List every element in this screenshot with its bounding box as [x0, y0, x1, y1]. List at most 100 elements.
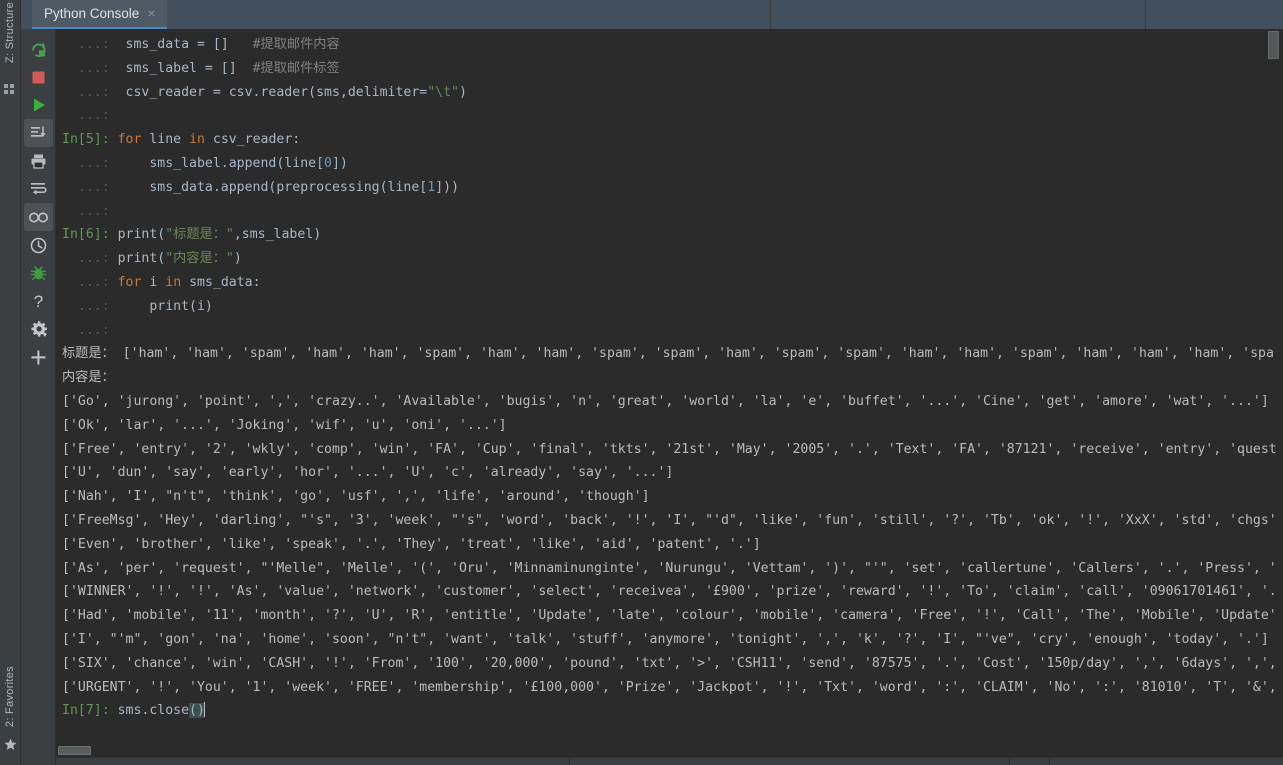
console-text: ['U', 'dun', 'say', 'early', 'hor', '...…: [62, 465, 674, 481]
console-text: ['Ok', 'lar', '...', 'Joking', 'wif', 'u…: [62, 417, 507, 433]
ide-window: Z: Structure 2: Favorites Python Console…: [0, 0, 1283, 765]
help-icon[interactable]: ?: [21, 287, 56, 315]
tab-python-console-label: Python Console: [44, 6, 140, 21]
console-text: print(: [109, 227, 166, 243]
console-line: ['I', "'m", 'gon', 'na', 'home', 'soon',…: [56, 628, 1283, 652]
console-line: ['Go', 'jurong', 'point', ',', 'crazy..'…: [56, 390, 1283, 414]
console-text: ): [459, 84, 467, 100]
console-text: "\t": [427, 84, 459, 100]
console-text: #提取邮件内容: [236, 37, 340, 52]
console-line: ['FreeMsg', 'Hey', 'darling', "'s", '3',…: [56, 509, 1283, 533]
console-line: ['U', 'dun', 'say', 'early', 'hor', '...…: [56, 461, 1283, 485]
rerun-icon[interactable]: [21, 35, 56, 63]
console-text: ])): [435, 179, 460, 195]
console-text: ['Nah', 'I', "n't", 'think', 'go', 'usf'…: [62, 489, 650, 505]
console-line: 内容是：: [56, 366, 1283, 390]
console-text: ['Had', 'mobile', '11', 'month', '?', 'U…: [62, 608, 1277, 624]
console-continuation-prompt: ...:: [62, 322, 110, 338]
console-toolbar: ?: [21, 29, 56, 765]
bottom-divider-3: [1049, 758, 1050, 765]
tab-bar: Python Console ×: [21, 0, 1283, 29]
console-prompt: In[6]:: [62, 227, 110, 243]
python-console[interactable]: ...: sms_data = [] #提取邮件内容 ...: sms_labe…: [56, 29, 1283, 765]
console-text: ['URGENT', '!', 'You', '1', 'week', 'FRE…: [62, 679, 1277, 695]
console-text: csv_reader = csv.reader(sms,delimiter=: [109, 84, 428, 100]
vertical-scrollbar-thumb[interactable]: [1268, 31, 1279, 59]
execute-icon[interactable]: [21, 91, 56, 119]
console-line: ['Had', 'mobile', '11', 'month', '?', 'U…: [56, 604, 1283, 628]
console-bottom-bar: [56, 757, 1283, 765]
console-continuation-prompt: ...:: [62, 84, 110, 100]
console-continuation-prompt: ...:: [62, 37, 110, 52]
console-text: ): [233, 251, 242, 267]
console-text: sms_data.append(preprocessing(line[: [109, 179, 428, 195]
tool-tab-favorites[interactable]: 2: Favorites: [0, 666, 21, 727]
console-text: ['Even', 'brother', 'like', 'speak', '.'…: [62, 536, 761, 552]
tab-bar-segment-right: [1146, 0, 1283, 29]
console-continuation-prompt: ...:: [62, 108, 110, 124]
console-text: sms_label.append(line[: [109, 155, 325, 171]
console-lines: ...: sms_data = [] #提取邮件内容 ...: sms_labe…: [56, 33, 1283, 723]
console-line: ...: for i in sms_data:: [56, 271, 1283, 295]
console-line: ...:: [56, 200, 1283, 224]
console-line: ...: csv_reader = csv.reader(sms,delimit…: [56, 81, 1283, 105]
console-continuation-prompt: ...:: [62, 60, 110, 76]
tab-python-console[interactable]: Python Console ×: [32, 0, 167, 29]
console-text: ['As', 'per', 'request', "'Melle", 'Mell…: [62, 560, 1277, 576]
left-tool-strip: Z: Structure 2: Favorites: [0, 0, 21, 765]
horizontal-scrollbar-thumb[interactable]: [58, 746, 91, 755]
console-line: 标题是： ['ham', 'ham', 'spam', 'ham', 'ham'…: [56, 342, 1283, 366]
console-text: ['FreeMsg', 'Hey', 'darling', "'s", '3',…: [62, 512, 1277, 528]
console-line: ...:: [56, 319, 1283, 343]
console-line: In[7]: sms.close(): [56, 699, 1283, 723]
console-line: ['Even', 'brother', 'like', 'speak', '.'…: [56, 533, 1283, 557]
stop-icon[interactable]: [21, 63, 56, 91]
console-text: (): [189, 703, 205, 719]
debug-icon[interactable]: [21, 259, 56, 287]
console-line: ...: sms_data.append(preprocessing(line[…: [56, 176, 1283, 200]
console-line: ['Nah', 'I', "n't", 'think', 'go', 'usf'…: [56, 485, 1283, 509]
print-icon[interactable]: [21, 147, 56, 175]
console-line: In[6]: print("标题是：",sms_label): [56, 223, 1283, 247]
console-text: 0: [324, 155, 332, 171]
console-continuation-prompt: ...:: [62, 274, 110, 290]
structure-icon: [4, 84, 17, 97]
console-text: print(: [109, 251, 166, 267]
close-icon[interactable]: ×: [146, 6, 156, 20]
tool-tab-structure[interactable]: Z: Structure: [0, 2, 21, 63]
console-text: ['Go', 'jurong', 'point', ',', 'crazy..'…: [62, 393, 1269, 409]
show-variables-icon[interactable]: [24, 203, 53, 231]
console-text: sms_data = []: [109, 37, 237, 52]
console-text: for: [117, 274, 142, 290]
console-line: ...:: [56, 104, 1283, 128]
console-line: In[5]: for line in csv_reader:: [56, 128, 1283, 152]
console-line: ['WINNER', '!', '!', 'As', 'value', 'net…: [56, 580, 1283, 604]
console-continuation-prompt: ...:: [62, 203, 110, 219]
console-continuation-prompt: ...:: [62, 251, 110, 267]
console-text: #提取邮件标签: [244, 60, 340, 76]
console-prompt: In[7]:: [62, 703, 110, 719]
soft-wrap-icon[interactable]: [21, 175, 56, 203]
console-continuation-prompt: ...:: [62, 155, 110, 171]
bottom-divider-2: [1009, 758, 1010, 765]
console-text: csv_reader:: [204, 132, 301, 148]
bottom-divider-1: [569, 758, 570, 765]
horizontal-scrollbar[interactable]: [56, 746, 1283, 756]
console-text: in: [165, 274, 182, 290]
console-line: ...: sms_label.append(line[0]): [56, 152, 1283, 176]
console-prompt: In[5]:: [62, 132, 110, 148]
scroll-to-end-icon[interactable]: [24, 119, 53, 147]
settings-icon[interactable]: [21, 315, 56, 343]
history-icon[interactable]: [21, 231, 56, 259]
console-text: sms.close: [109, 703, 190, 719]
console-text: ]): [331, 155, 348, 171]
star-icon: [4, 738, 17, 751]
console-text: 内容是：: [62, 370, 115, 386]
console-text: "标题是：": [165, 227, 234, 243]
console-line: ...: print(i): [56, 295, 1283, 319]
console-text: ['I', "'m", 'gon', 'na', 'home', 'soon',…: [62, 631, 1269, 647]
add-icon[interactable]: [21, 343, 56, 371]
console-continuation-prompt: ...:: [62, 179, 110, 195]
